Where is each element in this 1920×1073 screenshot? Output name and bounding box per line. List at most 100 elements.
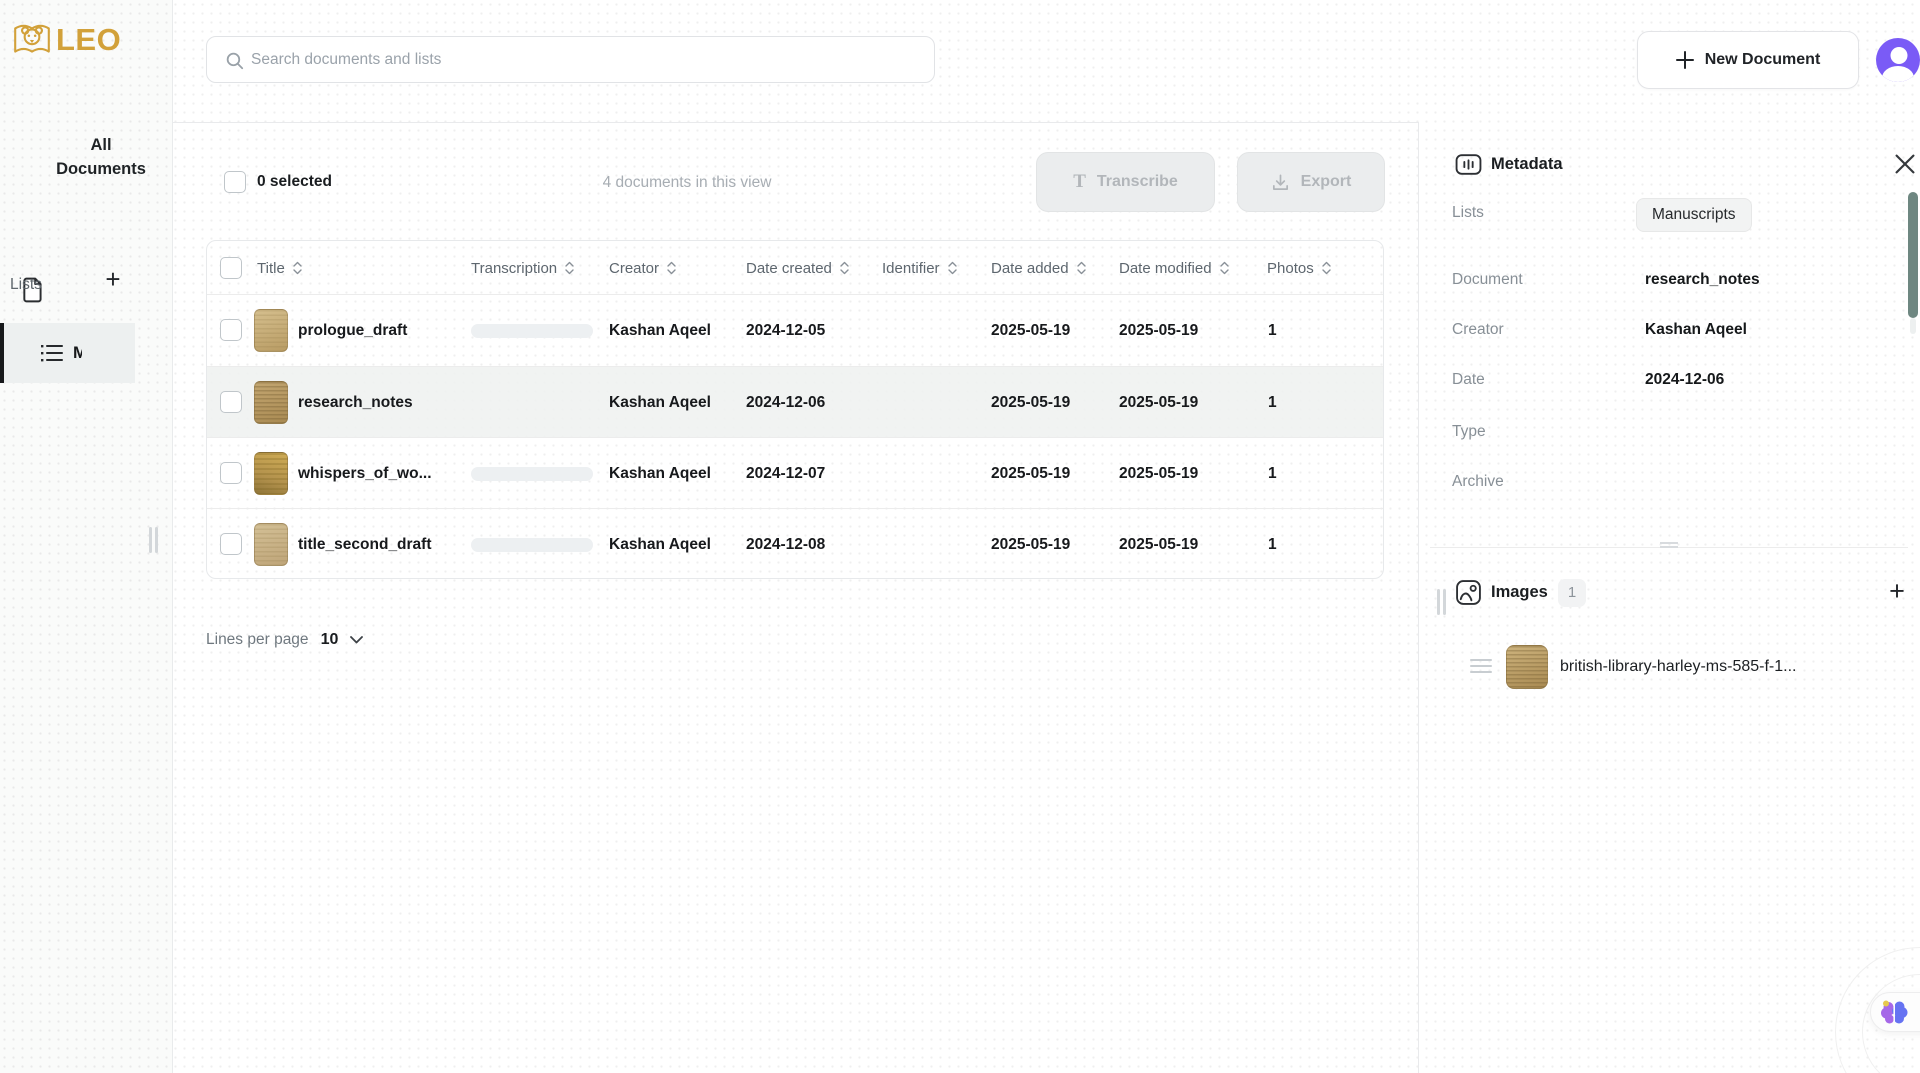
column-header-date-added[interactable]: Date added [991, 241, 1086, 295]
cell-date-added: 2025-05-19 [991, 367, 1070, 438]
cell-creator: Kashan Aqeel [609, 367, 711, 438]
cell-title: prologue_draft [298, 295, 407, 366]
chevron-down-icon [350, 636, 363, 644]
sort-icon [565, 261, 574, 275]
metadata-label-type: Type [1452, 423, 1486, 441]
download-icon [1271, 173, 1290, 192]
transcribe-icon: T [1073, 171, 1086, 193]
column-header-date-modified[interactable]: Date modified [1119, 241, 1229, 295]
metadata-value-date: 2024-12-06 [1645, 371, 1724, 389]
document-thumbnail [254, 381, 288, 424]
search-icon [225, 51, 244, 70]
image-filename: british-library-harley-ms-585-f-1... [1560, 658, 1797, 676]
lines-per-page-label: Lines per page [206, 631, 309, 649]
cell-date-added: 2025-05-19 [991, 509, 1070, 580]
cell-title: research_notes [298, 367, 413, 438]
lines-per-page-control[interactable]: Lines per page 10 [206, 631, 363, 649]
sort-icon [1220, 261, 1229, 275]
column-header-date-created[interactable]: Date created [746, 241, 849, 295]
close-icon[interactable] [1893, 152, 1917, 176]
new-document-button[interactable]: New Document [1637, 31, 1859, 89]
cell-creator: Kashan Aqeel [609, 295, 711, 366]
cell-date-added: 2025-05-19 [991, 295, 1070, 366]
sidebar-resize-handle[interactable] [149, 527, 161, 558]
cell-date-modified: 2025-05-19 [1119, 367, 1198, 438]
metadata-panel-divider [1418, 122, 1419, 1073]
cell-photos: 1 [1268, 438, 1277, 509]
metadata-value-document: research_notes [1645, 271, 1760, 289]
document-thumbnail [254, 309, 288, 352]
cell-date-modified: 2025-05-19 [1119, 509, 1198, 580]
documents-table: Title Transcription Creator Date created… [206, 240, 1384, 579]
sort-icon [667, 261, 676, 275]
search-input[interactable] [251, 37, 921, 82]
table-row-selected[interactable]: research_notes Kashan Aqeel 2024-12-06 2… [207, 366, 1383, 437]
add-image-button[interactable]: + [1882, 576, 1912, 606]
cell-creator: Kashan Aqeel [609, 438, 711, 509]
add-list-button[interactable]: + [98, 264, 128, 294]
column-header-photos[interactable]: Photos [1267, 241, 1331, 295]
all-documents-label: All Documents [46, 133, 156, 181]
sidebar: LEO All Documents Lists + Manuscripts [0, 0, 173, 1073]
sidebar-item-manuscripts-list[interactable]: Manuscripts [4, 323, 135, 383]
column-header-creator[interactable]: Creator [609, 241, 676, 295]
panel-scrollbar-track [1910, 318, 1916, 334]
table-header-row: Title Transcription Creator Date created… [207, 241, 1383, 295]
cell-date-created: 2024-12-05 [746, 295, 825, 366]
drag-handle-icon[interactable] [1470, 659, 1492, 677]
cell-date-created: 2024-12-08 [746, 509, 825, 580]
transcribe-button[interactable]: T Transcribe [1036, 152, 1215, 212]
panel-splitter-handle[interactable] [1660, 542, 1678, 550]
export-label: Export [1301, 173, 1352, 191]
sort-icon [1077, 261, 1086, 275]
transcribe-label: Transcribe [1097, 173, 1178, 191]
metadata-panel-resize-handle[interactable] [1437, 589, 1449, 620]
column-header-identifier[interactable]: Identifier [882, 241, 957, 295]
cell-date-created: 2024-12-06 [746, 367, 825, 438]
cell-date-modified: 2025-05-19 [1119, 295, 1198, 366]
select-all-checkbox[interactable] [224, 171, 246, 193]
images-panel-title: Images [1491, 583, 1548, 602]
metadata-value-creator: Kashan Aqeel [1645, 321, 1747, 339]
table-row[interactable]: title_second_draft Kashan Aqeel 2024-12-… [207, 508, 1383, 579]
sort-icon [840, 261, 849, 275]
table-row[interactable]: prologue_draft Kashan Aqeel 2024-12-05 2… [207, 295, 1383, 366]
row-checkbox[interactable] [220, 319, 242, 341]
table-row[interactable]: whispers_of_wo... Kashan Aqeel 2024-12-0… [207, 437, 1383, 508]
leo-lion-logo-icon [11, 19, 53, 61]
row-checkbox[interactable] [220, 391, 242, 413]
brain-icon[interactable] [1879, 997, 1909, 1027]
selected-count-label: 0 selected [257, 173, 332, 191]
cell-date-created: 2024-12-07 [746, 438, 825, 509]
transcription-progress-bar [471, 538, 593, 552]
plus-icon [1676, 51, 1694, 69]
row-checkbox[interactable] [220, 462, 242, 484]
transcription-progress-bar [471, 324, 593, 338]
transcription-progress-bar [471, 467, 593, 481]
column-header-transcription[interactable]: Transcription [471, 241, 574, 295]
document-thumbnail [254, 523, 288, 566]
row-checkbox[interactable] [220, 533, 242, 555]
cell-photos: 1 [1268, 367, 1277, 438]
user-avatar[interactable] [1876, 38, 1920, 82]
cell-photos: 1 [1268, 509, 1277, 580]
list-icon [40, 343, 64, 363]
sort-icon [1322, 261, 1331, 275]
active-list-label: Manuscripts [73, 343, 82, 363]
panel-scrollbar-thumb[interactable] [1908, 192, 1918, 318]
sidebar-item-all-documents[interactable]: All Documents [0, 128, 173, 200]
metadata-label-archive: Archive [1452, 473, 1504, 491]
documents-count-label: 4 documents in this view [587, 174, 787, 192]
document-thumbnail [254, 452, 288, 495]
lists-chip-manuscripts[interactable]: Manuscripts [1636, 198, 1752, 232]
image-thumbnail [1506, 645, 1548, 689]
lists-section-label: Lists [10, 276, 42, 294]
export-button[interactable]: Export [1237, 152, 1385, 212]
header-checkbox[interactable] [220, 257, 242, 279]
sort-icon [948, 261, 957, 275]
metadata-label-lists: Lists [1452, 204, 1484, 222]
metadata-label-document: Document [1452, 271, 1523, 289]
lines-per-page-value: 10 [321, 631, 339, 649]
column-header-title[interactable]: Title [257, 241, 302, 295]
cell-title: title_second_draft [298, 509, 432, 580]
